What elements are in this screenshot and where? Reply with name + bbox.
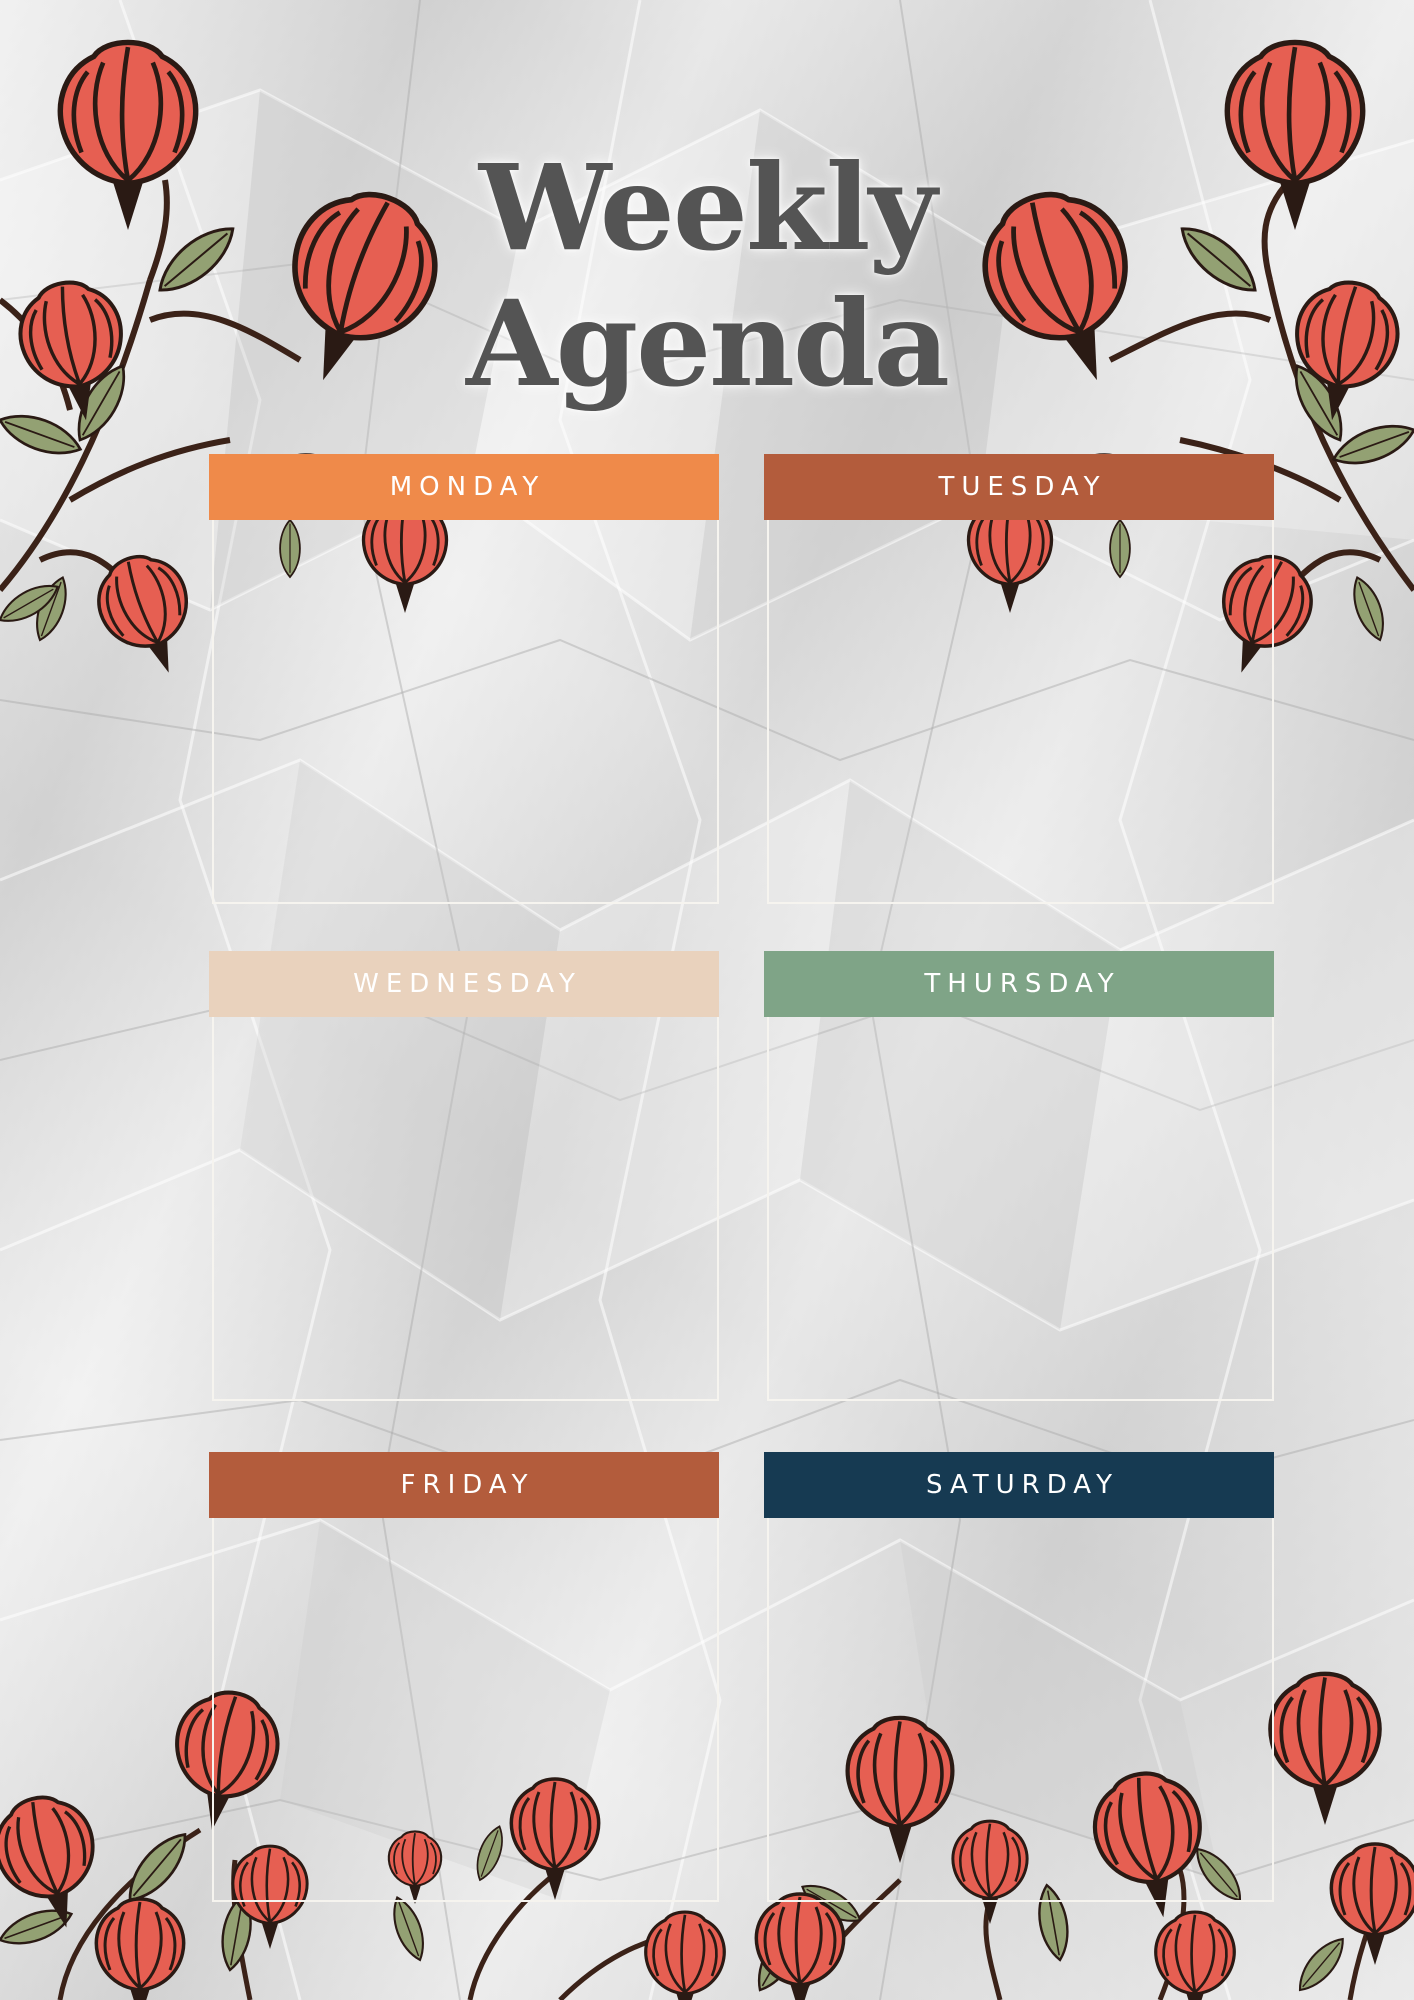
day-label: FRIDAY xyxy=(400,1470,535,1500)
day-notes-area-friday[interactable] xyxy=(212,1518,719,1902)
day-box-tuesday[interactable]: TUESDAY xyxy=(764,454,1274,904)
day-header-friday: FRIDAY xyxy=(209,1452,719,1518)
day-notes-area-monday[interactable] xyxy=(212,520,719,904)
day-label: THURSDAY xyxy=(924,969,1121,999)
day-box-monday[interactable]: MONDAY xyxy=(209,454,719,904)
title-line-1: Weekly xyxy=(478,138,937,277)
day-label: TUESDAY xyxy=(938,472,1107,502)
day-label: MONDAY xyxy=(389,472,546,502)
day-notes-area-thursday[interactable] xyxy=(767,1017,1274,1401)
day-box-wednesday[interactable]: WEDNESDAY xyxy=(209,951,719,1401)
day-header-monday: MONDAY xyxy=(209,454,719,520)
day-header-saturday: SATURDAY xyxy=(764,1452,1274,1518)
day-box-friday[interactable]: FRIDAY xyxy=(209,1452,719,1902)
page-title: Weekly Agenda xyxy=(0,140,1414,412)
day-label: WEDNESDAY xyxy=(353,969,582,999)
day-box-saturday[interactable]: SATURDAY xyxy=(764,1452,1274,1902)
day-header-thursday: THURSDAY xyxy=(764,951,1274,1017)
day-notes-area-tuesday[interactable] xyxy=(767,520,1274,904)
day-header-wednesday: WEDNESDAY xyxy=(209,951,719,1017)
title-line-2: Agenda xyxy=(466,274,950,413)
day-label: SATURDAY xyxy=(926,1470,1119,1500)
day-notes-area-saturday[interactable] xyxy=(767,1518,1274,1902)
day-box-thursday[interactable]: THURSDAY xyxy=(764,951,1274,1401)
day-notes-area-wednesday[interactable] xyxy=(212,1017,719,1401)
day-header-tuesday: TUESDAY xyxy=(764,454,1274,520)
